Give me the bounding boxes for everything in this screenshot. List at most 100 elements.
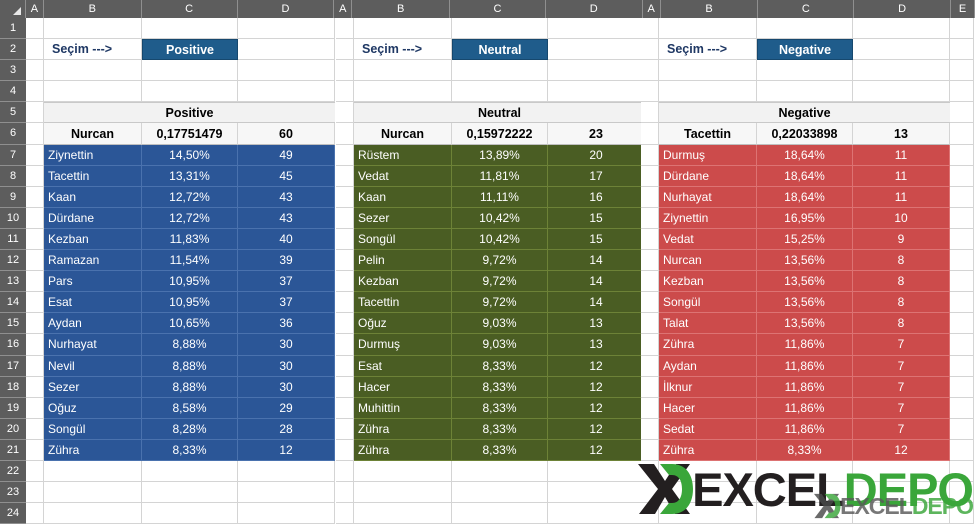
data-pct-cell-positive-8[interactable]: 10,95% (142, 292, 238, 314)
cell-a22-positive[interactable] (26, 460, 44, 483)
row-header-9[interactable]: 9 (0, 186, 26, 208)
data-pct-cell-positive-5[interactable]: 11,83% (142, 228, 238, 251)
cell-a19-negative[interactable] (641, 397, 659, 419)
data-pct-cell-neutral-4[interactable]: 10,42% (452, 207, 548, 229)
row-header-20[interactable]: 20 (0, 418, 26, 440)
cell-b22-negative[interactable] (659, 460, 757, 483)
data-pct-cell-positive-9[interactable]: 10,65% (142, 313, 238, 335)
cell-d1-positive[interactable] (238, 18, 335, 40)
cell-b24-neutral[interactable] (354, 503, 452, 524)
data-name-cell-neutral-7[interactable]: Kezban (354, 271, 452, 293)
cell-e21[interactable] (950, 439, 974, 461)
data-pct-cell-neutral-14[interactable]: 8,33% (452, 418, 548, 440)
data-count-cell-neutral-2[interactable]: 17 (548, 165, 645, 187)
cell-a4-negative[interactable] (641, 81, 659, 103)
cell-b3-neutral[interactable] (354, 60, 452, 82)
data-count-cell-negative-9[interactable]: 8 (853, 313, 950, 335)
cell-a23-negative[interactable] (641, 482, 659, 504)
cell-e11[interactable] (950, 228, 974, 251)
cell-a9-neutral[interactable] (336, 186, 354, 208)
cell-a18-positive[interactable] (26, 376, 44, 398)
cell-d2-negative[interactable] (853, 39, 950, 61)
data-count-cell-positive-3[interactable]: 43 (238, 186, 335, 208)
data-pct-cell-negative-6[interactable]: 13,56% (757, 250, 853, 272)
cell-b3-positive[interactable] (44, 60, 142, 82)
data-name-cell-neutral-4[interactable]: Sezer (354, 207, 452, 229)
cell-a5-negative[interactable] (641, 102, 659, 124)
cell-a12-neutral[interactable] (336, 250, 354, 272)
data-pct-cell-neutral-13[interactable]: 8,33% (452, 397, 548, 419)
row-header-6[interactable]: 6 (0, 123, 26, 145)
cell-a13-negative[interactable] (641, 271, 659, 293)
data-name-cell-positive-6[interactable]: Ramazan (44, 250, 142, 272)
data-count-cell-positive-6[interactable]: 39 (238, 250, 335, 272)
column-header-a-panel1[interactable]: A (25, 0, 44, 18)
cell-a7-negative[interactable] (641, 144, 659, 166)
cell-a12-positive[interactable] (26, 250, 44, 272)
data-name-cell-negative-11[interactable]: Aydan (659, 355, 757, 377)
data-count-cell-positive-11[interactable]: 30 (238, 355, 335, 377)
cell-a6-negative[interactable] (641, 123, 659, 145)
cell-c4-positive[interactable] (142, 81, 238, 103)
data-count-cell-negative-6[interactable]: 8 (853, 250, 950, 272)
data-pct-cell-neutral-11[interactable]: 8,33% (452, 355, 548, 377)
data-pct-cell-neutral-2[interactable]: 11,81% (452, 165, 548, 187)
column-header-a-panel3[interactable]: A (642, 0, 661, 18)
cell-c23-negative[interactable] (757, 482, 853, 504)
data-pct-cell-negative-1[interactable]: 18,64% (757, 144, 853, 166)
cell-c3-negative[interactable] (757, 60, 853, 82)
cell-a8-neutral[interactable] (336, 165, 354, 187)
data-name-cell-negative-8[interactable]: Songül (659, 292, 757, 314)
cell-c22-positive[interactable] (142, 460, 238, 483)
cell-a5-neutral[interactable] (336, 102, 354, 124)
data-count-cell-positive-10[interactable]: 30 (238, 334, 335, 356)
data-name-cell-neutral-5[interactable]: Songül (354, 228, 452, 251)
data-count-cell-negative-2[interactable]: 11 (853, 165, 950, 187)
cell-e15[interactable] (950, 313, 974, 335)
data-name-cell-negative-2[interactable]: Dürdane (659, 165, 757, 187)
data-name-cell-positive-3[interactable]: Kaan (44, 186, 142, 208)
data-pct-cell-positive-2[interactable]: 13,31% (142, 165, 238, 187)
data-name-cell-negative-6[interactable]: Nurcan (659, 250, 757, 272)
data-count-cell-negative-12[interactable]: 7 (853, 376, 950, 398)
cell-a11-positive[interactable] (26, 228, 44, 251)
cell-c22-neutral[interactable] (452, 460, 548, 483)
cell-d22-neutral[interactable] (548, 460, 645, 483)
cell-e4[interactable] (950, 81, 974, 103)
data-pct-cell-positive-6[interactable]: 11,54% (142, 250, 238, 272)
data-pct-cell-negative-12[interactable]: 11,86% (757, 376, 853, 398)
cell-a16-neutral[interactable] (336, 334, 354, 356)
cell-e24[interactable] (950, 503, 974, 524)
row-header-1[interactable]: 1 (0, 18, 26, 40)
data-name-cell-positive-1[interactable]: Ziynettin (44, 144, 142, 166)
data-pct-cell-negative-7[interactable]: 13,56% (757, 271, 853, 293)
data-pct-cell-negative-8[interactable]: 13,56% (757, 292, 853, 314)
cell-c1-positive[interactable] (142, 18, 238, 40)
row-header-8[interactable]: 8 (0, 165, 26, 187)
cell-e22[interactable] (950, 460, 974, 483)
cell-a18-neutral[interactable] (336, 376, 354, 398)
cell-a21-neutral[interactable] (336, 439, 354, 461)
cell-e18[interactable] (950, 376, 974, 398)
data-name-cell-neutral-13[interactable]: Muhittin (354, 397, 452, 419)
cell-d22-positive[interactable] (238, 460, 335, 483)
data-pct-cell-positive-11[interactable]: 8,88% (142, 355, 238, 377)
cell-a24-neutral[interactable] (336, 503, 354, 524)
column-header-c-panel3[interactable]: C (758, 0, 855, 18)
data-name-cell-positive-9[interactable]: Aydan (44, 313, 142, 335)
cell-a3-neutral[interactable] (336, 60, 354, 82)
row-header-14[interactable]: 14 (0, 292, 26, 314)
cell-b4-neutral[interactable] (354, 81, 452, 103)
cell-c24-neutral[interactable] (452, 503, 548, 524)
data-count-cell-negative-10[interactable]: 7 (853, 334, 950, 356)
data-count-cell-negative-7[interactable]: 8 (853, 271, 950, 293)
row-header-10[interactable]: 10 (0, 207, 26, 229)
data-pct-cell-negative-11[interactable]: 11,86% (757, 355, 853, 377)
row-header-11[interactable]: 11 (0, 228, 26, 251)
selection-dropdown-neutral[interactable]: Neutral (452, 39, 548, 61)
data-count-cell-positive-8[interactable]: 37 (238, 292, 335, 314)
data-pct-cell-neutral-15[interactable]: 8,33% (452, 439, 548, 461)
data-pct-cell-negative-15[interactable]: 8,33% (757, 439, 853, 461)
data-count-cell-positive-5[interactable]: 40 (238, 228, 335, 251)
data-count-cell-neutral-10[interactable]: 13 (548, 334, 645, 356)
